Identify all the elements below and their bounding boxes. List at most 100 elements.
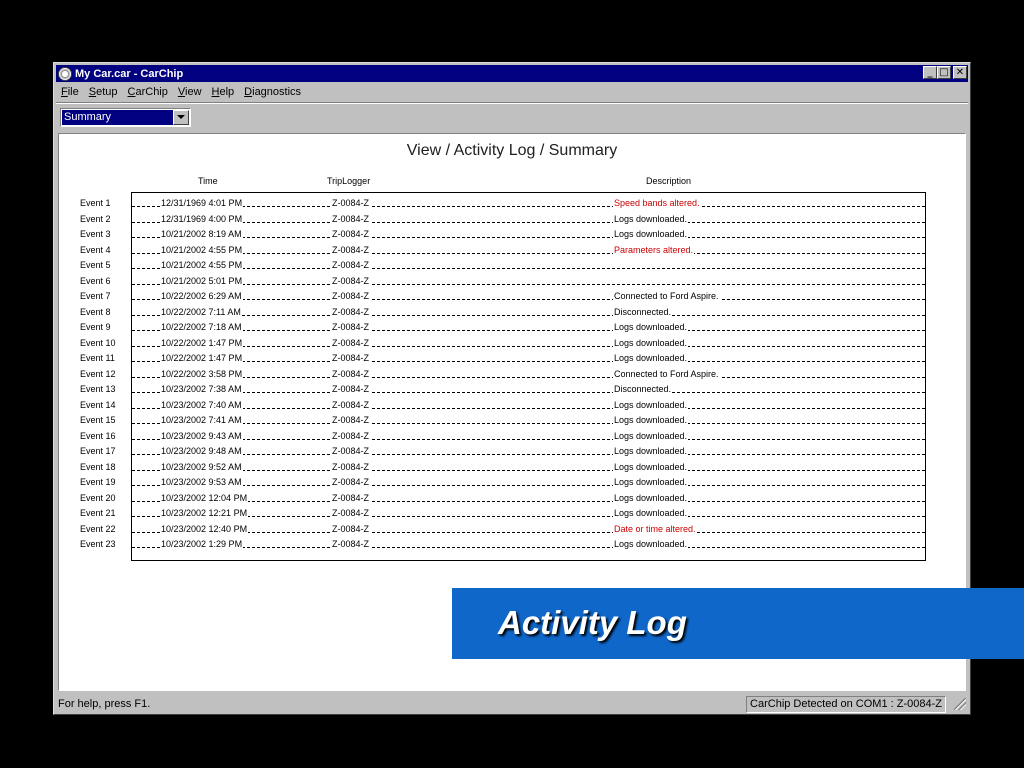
event-label: Event 11: [80, 353, 115, 363]
event-time: 10/22/2002 6:29 AM: [160, 290, 243, 302]
column-header-triplogger: TripLogger: [327, 176, 371, 186]
event-triplogger: Z-0084-Z: [331, 429, 371, 442]
maximize-button[interactable]: □: [937, 66, 951, 79]
table-row[interactable]: 10/21/2002 8:19 AM Z-0084-Z Logs downloade…: [132, 228, 925, 240]
row-leader-line: [132, 376, 925, 378]
table-row[interactable]: 10/22/2002 7:11 AM Z-0084-Z Disconnected.: [132, 305, 925, 318]
menu-carchip[interactable]: CarChip: [123, 86, 173, 98]
event-description: Logs downloaded.: [613, 398, 689, 411]
event-time: 10/23/2002 9:53 AM: [160, 476, 243, 488]
event-label: Event 5: [80, 260, 111, 270]
menu-file[interactable]: File: [56, 86, 84, 98]
event-label: Event 18: [80, 461, 116, 472]
menu-help[interactable]: Help: [207, 86, 240, 98]
event-time: 10/23/2002 12:40 PM: [160, 522, 249, 535]
status-device-panel: CarChip Detected on COM1 : Z-0084-Z: [746, 696, 946, 713]
event-label: Event 9: [80, 322, 111, 332]
minimize-button[interactable]: _: [923, 66, 937, 79]
event-description: Logs downloaded.: [613, 414, 689, 426]
event-time: 10/22/2002 7:18 AM: [160, 321, 243, 333]
table-row[interactable]: 12/31/1969 4:01 PM Z-0084-Z Speed bands al…: [132, 197, 925, 209]
event-description: Logs downloaded.: [613, 321, 689, 333]
table-row[interactable]: 10/23/2002 9:48 AM Z-0084-Z Logs downloade…: [132, 445, 925, 457]
event-description: Logs downloaded.: [613, 445, 689, 457]
menu-setup[interactable]: Setup: [84, 86, 123, 98]
event-triplogger: Z-0084-Z: [331, 491, 371, 504]
table-row[interactable]: 10/23/2002 12:04 PM Z-0084-Z Logs download…: [132, 491, 925, 504]
event-time: 10/22/2002 1:47 PM: [160, 352, 244, 364]
event-description: Disconnected.: [613, 305, 673, 318]
event-time: 10/22/2002 7:11 AM: [160, 305, 242, 318]
row-leader-line: [132, 407, 925, 409]
table-row[interactable]: 10/22/2002 1:47 PM Z-0084-Z Logs downloade…: [132, 336, 925, 349]
table-row[interactable]: 10/23/2002 7:41 AM Z-0084-Z Logs downloade…: [132, 414, 925, 426]
event-description: Logs downloaded.: [613, 476, 689, 488]
column-header-time: Time: [198, 176, 218, 186]
event-label: Event 3: [80, 229, 111, 239]
event-description: Logs downloaded.: [613, 212, 689, 225]
event-time: 10/22/2002 1:47 PM: [160, 336, 244, 349]
table-row[interactable]: 10/22/2002 6:29 AM Z-0084-Z Connected to F…: [132, 290, 925, 302]
event-description: Speed bands altered.: [613, 197, 701, 209]
table-row[interactable]: 10/21/2002 5:01 PM Z-0084-Z: [132, 274, 925, 287]
event-time: 10/23/2002 9:52 AM: [160, 460, 243, 473]
table-row[interactable]: 10/22/2002 7:18 AM Z-0084-Z Logs downloade…: [132, 321, 925, 333]
event-triplogger: Z-0084-Z: [331, 367, 371, 380]
menu-diagnostics[interactable]: Diagnostics: [239, 86, 306, 98]
dropdown-arrow-icon[interactable]: [173, 110, 189, 125]
row-leader-line: [132, 221, 925, 223]
event-time: 10/23/2002 1:29 PM: [160, 538, 244, 550]
window-controls: _ □ ✕: [923, 66, 967, 79]
table-row[interactable]: 10/23/2002 9:53 AM Z-0084-Z Logs downloade…: [132, 476, 925, 488]
event-triplogger: Z-0084-Z: [331, 538, 371, 550]
menu-bar: File Setup CarChip View Help Diagnostics: [56, 83, 968, 101]
event-triplogger: Z-0084-Z: [331, 336, 371, 349]
table-row[interactable]: 12/31/1969 4:00 PM Z-0084-Z Logs downloade…: [132, 212, 925, 225]
event-time: 10/21/2002 8:19 AM: [160, 228, 243, 240]
event-time: 10/23/2002 7:38 AM: [160, 383, 243, 395]
event-triplogger: Z-0084-Z: [331, 383, 371, 395]
event-description: Connected to Ford Aspire.: [613, 367, 720, 380]
resize-grip-icon[interactable]: [954, 698, 966, 710]
view-selector[interactable]: Summary: [60, 108, 191, 127]
event-triplogger: Z-0084-Z: [331, 197, 371, 209]
event-description: Logs downloaded.: [613, 228, 689, 240]
event-time: 10/21/2002 4:55 PM: [160, 259, 244, 271]
row-leader-line: [132, 423, 925, 424]
event-triplogger: Z-0084-Z: [331, 228, 371, 240]
event-label: Event 16: [80, 430, 116, 441]
event-label: Event 19: [80, 477, 116, 487]
table-row[interactable]: 10/23/2002 7:38 AM Z-0084-Z Disconnected.: [132, 383, 925, 395]
row-leader-line: [132, 252, 925, 254]
event-description: Logs downloaded.: [613, 538, 689, 550]
table-row[interactable]: 10/22/2002 3:58 PM Z-0084-Z Connected to F…: [132, 367, 925, 380]
table-row[interactable]: 10/21/2002 4:55 PM Z-0084-Z: [132, 259, 925, 271]
table-row[interactable]: 10/23/2002 1:29 PM Z-0084-Z Logs downloade…: [132, 538, 925, 550]
event-triplogger: Z-0084-Z: [331, 507, 371, 519]
event-triplogger: Z-0084-Z: [331, 476, 371, 488]
app-icon[interactable]: [58, 66, 72, 81]
table-row[interactable]: 10/23/2002 7:40 AM Z-0084-Z Logs downloade…: [132, 398, 925, 411]
event-time: 10/23/2002 7:40 AM: [160, 398, 243, 411]
event-time: 10/23/2002 7:41 AM: [160, 414, 243, 426]
table-row[interactable]: 10/21/2002 4:55 PM Z-0084-Z Parameters alt…: [132, 243, 925, 256]
event-triplogger: Z-0084-Z: [331, 290, 371, 302]
table-row[interactable]: 10/23/2002 12:21 PM Z-0084-Z Logs download…: [132, 507, 925, 519]
event-description: Disconnected.: [613, 383, 673, 395]
event-triplogger: Z-0084-Z: [331, 398, 371, 411]
event-time: 10/22/2002 3:58 PM: [160, 367, 244, 380]
event-description: Date or time altered.: [613, 522, 697, 535]
event-label: Event 21: [80, 508, 116, 518]
event-time: 12/31/1969 4:01 PM: [160, 197, 244, 209]
table-row[interactable]: 10/23/2002 9:52 AM Z-0084-Z Logs downloade…: [132, 460, 925, 473]
row-leader-line: [132, 438, 925, 440]
close-button[interactable]: ✕: [953, 66, 967, 79]
menu-view[interactable]: View: [173, 86, 207, 98]
event-label: Event 12: [80, 368, 116, 379]
title-bar[interactable]: My Car.car - CarChip _ □ ✕: [56, 65, 968, 82]
table-row[interactable]: 10/23/2002 12:40 PM Z-0084-Z Date or time …: [132, 522, 925, 535]
row-leader-line: [132, 237, 925, 238]
table-row[interactable]: 10/22/2002 1:47 PM Z-0084-Z Logs downloade…: [132, 352, 925, 364]
table-row[interactable]: 10/23/2002 9:43 AM Z-0084-Z Logs downloade…: [132, 429, 925, 442]
row-leader-line: [132, 531, 925, 533]
